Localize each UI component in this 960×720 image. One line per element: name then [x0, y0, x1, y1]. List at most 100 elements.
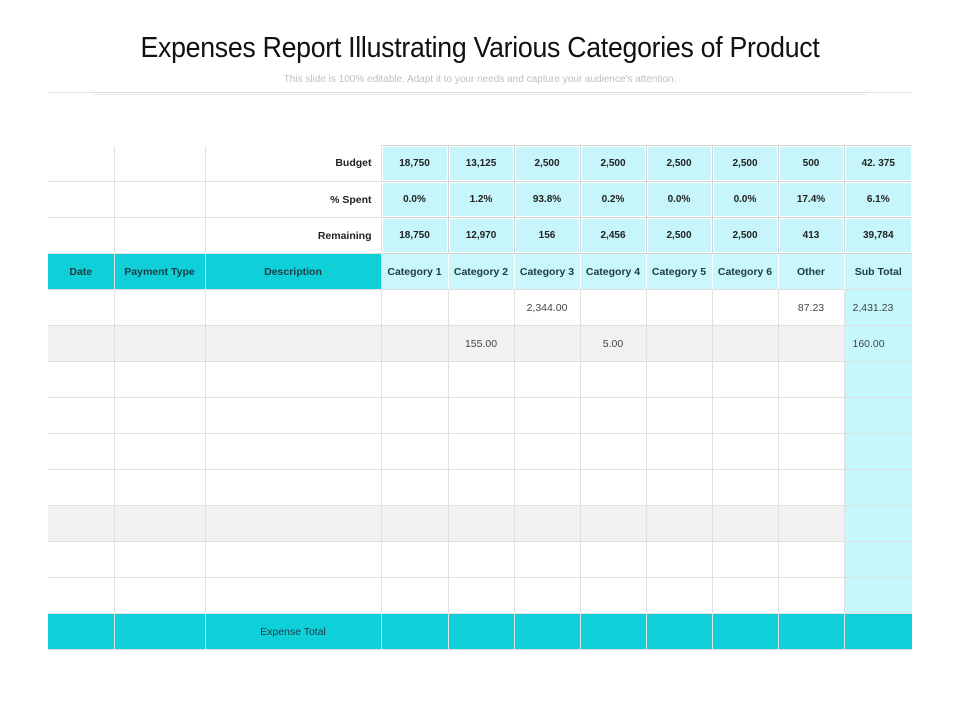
table-cell — [381, 505, 449, 542]
table-cell: 2,344.00 — [514, 289, 581, 326]
summary-value-cell: 0.0% — [711, 181, 779, 218]
table-cell — [844, 577, 912, 614]
table-cell — [514, 325, 581, 362]
column-header: Category 4 — [580, 253, 647, 290]
summary-row: % Spent 0.0% 1.2% 93.8% 0.2% 0.0% 0.0% 17.4% 6.1… — [48, 181, 912, 218]
title-divider-inner — [92, 94, 868, 95]
table-cell — [48, 505, 115, 542]
table-cell: 160.00 — [844, 325, 912, 362]
summary-value-cell: 1.2% — [447, 181, 515, 218]
table-cell — [514, 397, 581, 434]
column-header: Payment Type — [114, 253, 206, 290]
column-header: Description — [205, 253, 382, 290]
table-cell — [580, 469, 647, 506]
table-cell — [114, 361, 206, 398]
expense-total-cell — [844, 613, 912, 650]
summary-value-cell: 93.8% — [513, 181, 581, 218]
table-cell — [205, 325, 382, 362]
summary-value-cell: 2,500 — [645, 217, 713, 254]
expense-total-cell — [712, 613, 779, 650]
summary-value-cell: 2,500 — [711, 217, 779, 254]
table-cell — [448, 505, 515, 542]
table-row — [48, 433, 912, 470]
table-cell — [712, 361, 779, 398]
table-cell — [448, 397, 515, 434]
table-row: 155.00 5.00 160.00 — [48, 325, 912, 362]
table-cell — [114, 577, 206, 614]
summary-value-cell: 17.4% — [777, 181, 845, 218]
table-cell — [580, 289, 647, 326]
table-cell — [844, 469, 912, 506]
table-cell — [114, 325, 206, 362]
table-cell — [205, 577, 382, 614]
table-cell — [381, 397, 449, 434]
table-cell — [114, 469, 206, 506]
table-cell — [778, 397, 845, 434]
expense-total-cell — [448, 613, 515, 650]
table-cell — [48, 577, 115, 614]
table-cell — [514, 541, 581, 578]
table-cell — [646, 505, 713, 542]
table-cell — [381, 577, 449, 614]
column-header: Category 1 — [381, 253, 449, 290]
slide-title: Expenses Report Illustrating Various Cat… — [140, 32, 820, 64]
expense-total-cell — [514, 613, 581, 650]
table-cell — [448, 433, 515, 470]
summary-value-cell: 13,125 — [447, 145, 515, 182]
table-cell — [844, 397, 912, 434]
table-cell — [712, 433, 779, 470]
table-cell — [205, 433, 382, 470]
expense-total-cell — [778, 613, 845, 650]
table-cell — [514, 469, 581, 506]
table-cell — [778, 505, 845, 542]
table-row: 2,344.00 87.23 2,431.23 — [48, 289, 912, 326]
table-cell — [514, 577, 581, 614]
table-cell — [778, 325, 845, 362]
column-header: Category 6 — [712, 253, 779, 290]
table-cell — [844, 361, 912, 398]
table-row — [48, 397, 912, 434]
summary-value-cell: 18,750 — [380, 145, 449, 182]
table-cell — [205, 505, 382, 542]
table-cell — [580, 433, 647, 470]
table-cell — [580, 397, 647, 434]
summary-value-cell: 0.2% — [579, 181, 647, 218]
table-cell — [646, 397, 713, 434]
column-header: Category 3 — [514, 253, 581, 290]
summary-value-cell: 2,500 — [513, 145, 581, 182]
table-cell — [48, 289, 115, 326]
summary-empty-cell — [48, 181, 115, 218]
table-row — [48, 361, 912, 398]
table-cell — [205, 289, 382, 326]
expense-total-cell — [114, 613, 206, 650]
table-cell — [114, 397, 206, 434]
summary-value-cell: 0.0% — [380, 181, 449, 218]
summary-value-cell: 39,784 — [843, 217, 912, 254]
table-cell — [381, 541, 449, 578]
table-cell — [448, 577, 515, 614]
table-cell — [646, 325, 713, 362]
summary-value-cell: 413 — [777, 217, 845, 254]
table-cell — [205, 361, 382, 398]
table-cell — [448, 289, 515, 326]
column-header: Category 2 — [448, 253, 515, 290]
table-cell — [646, 541, 713, 578]
table-cell — [205, 541, 382, 578]
slide-subtitle: This slide is 100% editable. Adapt it to… — [283, 74, 677, 85]
table-cell — [48, 433, 115, 470]
table-cell — [114, 541, 206, 578]
table-cell — [712, 469, 779, 506]
table-cell — [580, 361, 647, 398]
expenses-table: Budget 18,750 13,125 2,500 2,500 2,500 2,500 50… — [48, 145, 912, 650]
summary-row-label: Remaining — [205, 217, 382, 254]
table-row — [48, 541, 912, 578]
table-cell — [448, 361, 515, 398]
table-row — [48, 469, 912, 506]
table-cell — [646, 469, 713, 506]
table-cell — [712, 505, 779, 542]
summary-empty-cell — [114, 217, 206, 254]
table-row — [48, 505, 912, 542]
table-cell — [381, 361, 449, 398]
summary-value-cell: 18,750 — [380, 217, 449, 254]
title-divider — [48, 92, 912, 93]
